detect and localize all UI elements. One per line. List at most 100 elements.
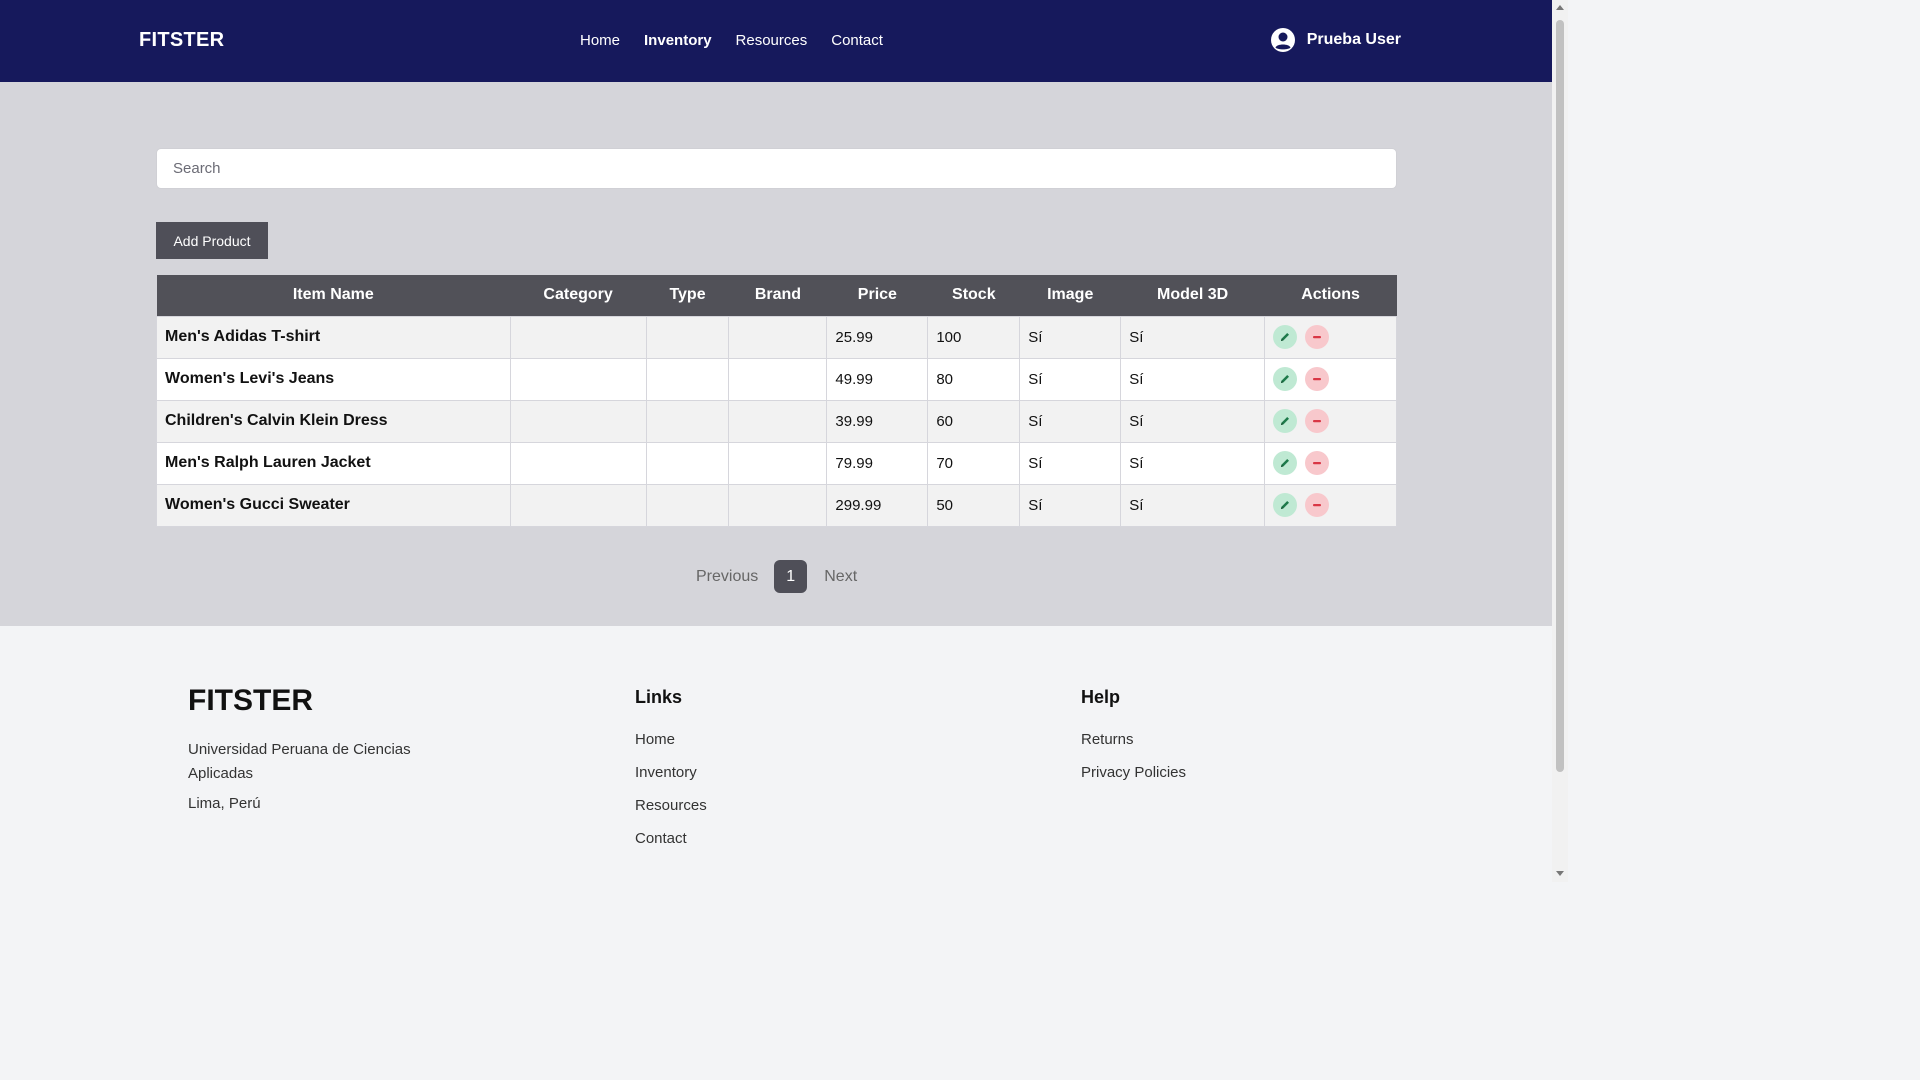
- category-cell: [509, 315, 647, 359]
- delete-button[interactable]: [1305, 493, 1330, 517]
- image-cell: Sí: [1019, 399, 1122, 443]
- edit-button[interactable]: [1273, 451, 1298, 475]
- inventory-table-body: Men's Adidas T-shirt 25.99 100 Sí Sí Women's …: [156, 315, 1397, 527]
- nav-inventory[interactable]: Inventory: [644, 32, 712, 49]
- next-page-button[interactable]: Next: [824, 568, 857, 586]
- footer-city: Lima, Perú: [188, 795, 261, 812]
- nav-home[interactable]: Home: [580, 32, 620, 49]
- brand-cell: [728, 399, 828, 443]
- column-header: Category: [510, 275, 647, 316]
- brand-cell: [728, 315, 828, 359]
- stock-cell: 60: [927, 399, 1021, 443]
- footer-link-contact[interactable]: Contact: [635, 830, 687, 847]
- table-row: Men's Ralph Lauren Jacket 79.99 70 Sí Sí: [156, 441, 1397, 485]
- pencil-icon: [1279, 499, 1291, 511]
- nav-resources[interactable]: Resources: [736, 32, 808, 49]
- minus-icon: [1311, 331, 1323, 343]
- search-input[interactable]: [156, 148, 1397, 189]
- delete-button[interactable]: [1305, 409, 1330, 433]
- stock-cell: 50: [927, 483, 1021, 527]
- pencil-icon: [1279, 373, 1291, 385]
- column-header: Actions: [1264, 275, 1397, 316]
- actions-cell: [1264, 399, 1397, 443]
- brand-cell: [728, 357, 828, 401]
- category-cell: [509, 399, 647, 443]
- price-cell: 49.99: [826, 357, 929, 401]
- edit-button[interactable]: [1273, 409, 1298, 433]
- page: FITSTER Home Inventory Resources Contact…: [0, 0, 1568, 882]
- navbar: FITSTER Home Inventory Resources Contact…: [0, 0, 1552, 82]
- type-cell: [645, 441, 730, 485]
- footer-address: Universidad Peruana de Ciencias Aplicada…: [188, 741, 411, 782]
- item-name-cell: Women's Levi's Jeans: [156, 357, 511, 401]
- delete-button[interactable]: [1305, 367, 1330, 391]
- image-cell: Sí: [1019, 441, 1122, 485]
- column-header: Item Name: [156, 275, 511, 316]
- model-3d-cell: Sí: [1120, 357, 1266, 401]
- column-header: Stock: [927, 275, 1020, 316]
- table-row: Women's Levi's Jeans 49.99 80 Sí Sí: [156, 357, 1397, 401]
- type-cell: [645, 357, 730, 401]
- scroll-down-icon[interactable]: [1556, 871, 1564, 876]
- minus-icon: [1311, 457, 1323, 469]
- footer-link-inventory[interactable]: Inventory: [635, 764, 697, 781]
- user-name: Prueba User: [1306, 31, 1401, 48]
- delete-button[interactable]: [1305, 451, 1330, 475]
- page-scrollbar[interactable]: [1552, 0, 1568, 882]
- actions-cell: [1264, 441, 1397, 485]
- pencil-icon: [1279, 415, 1291, 427]
- nav-contact[interactable]: Contact: [831, 32, 883, 49]
- add-product-button[interactable]: Add Product: [156, 222, 268, 259]
- price-cell: 79.99: [826, 441, 929, 485]
- category-cell: [509, 483, 647, 527]
- edit-button[interactable]: [1273, 325, 1298, 349]
- type-cell: [645, 483, 730, 527]
- column-header: Model 3D: [1120, 275, 1265, 316]
- previous-page-button[interactable]: Previous: [696, 568, 758, 586]
- edit-button[interactable]: [1273, 367, 1298, 391]
- inventory-main: Add Product Item Name Category Type Bran…: [0, 82, 1552, 626]
- footer-link-resources[interactable]: Resources: [635, 797, 707, 814]
- column-header: Brand: [728, 275, 827, 316]
- pencil-icon: [1279, 457, 1291, 469]
- footer-link-home[interactable]: Home: [635, 731, 675, 748]
- price-cell: 299.99: [826, 483, 929, 527]
- stock-cell: 70: [927, 441, 1021, 485]
- edit-button[interactable]: [1273, 493, 1298, 517]
- brand-cell: [728, 483, 828, 527]
- footer-links-title: Links: [635, 687, 683, 707]
- item-name-cell: Men's Ralph Lauren Jacket: [156, 441, 511, 485]
- minus-icon: [1311, 415, 1323, 427]
- scrollbar-thumb[interactable]: [1556, 20, 1564, 772]
- item-name-cell: Women's Gucci Sweater: [156, 483, 511, 527]
- model-3d-cell: Sí: [1120, 483, 1266, 527]
- main-nav: Home Inventory Resources Contact: [580, 32, 883, 49]
- brand-logo[interactable]: FITSTER: [139, 29, 224, 52]
- model-3d-cell: Sí: [1120, 399, 1266, 443]
- table-header-row: Item Name Category Type Brand Price Stoc…: [156, 275, 1397, 316]
- footer: FITSTER Universidad Peruana de Ciencias …: [0, 626, 1552, 882]
- category-cell: [509, 357, 647, 401]
- image-cell: Sí: [1019, 315, 1122, 359]
- footer-link-returns[interactable]: Returns: [1081, 731, 1134, 748]
- image-cell: Sí: [1019, 483, 1122, 527]
- actions-cell: [1264, 357, 1397, 401]
- column-header: Type: [646, 275, 729, 316]
- item-name-cell: Men's Adidas T-shirt: [156, 315, 511, 359]
- footer-help-title: Help: [1081, 687, 1121, 707]
- image-cell: Sí: [1019, 357, 1122, 401]
- price-cell: 39.99: [826, 399, 929, 443]
- brand-cell: [728, 441, 828, 485]
- delete-button[interactable]: [1305, 325, 1330, 349]
- model-3d-cell: Sí: [1120, 441, 1266, 485]
- price-cell: 25.99: [826, 315, 929, 359]
- minus-icon: [1311, 499, 1323, 511]
- column-header: Price: [826, 275, 928, 316]
- user-circle-icon: [1270, 27, 1296, 53]
- actions-cell: [1264, 483, 1397, 527]
- footer-link-privacy-policies[interactable]: Privacy Policies: [1081, 764, 1186, 781]
- page-1-button[interactable]: 1: [774, 560, 808, 593]
- scroll-up-icon[interactable]: [1556, 5, 1564, 10]
- user-menu[interactable]: Prueba User: [1270, 27, 1401, 53]
- stock-cell: 100: [927, 315, 1021, 359]
